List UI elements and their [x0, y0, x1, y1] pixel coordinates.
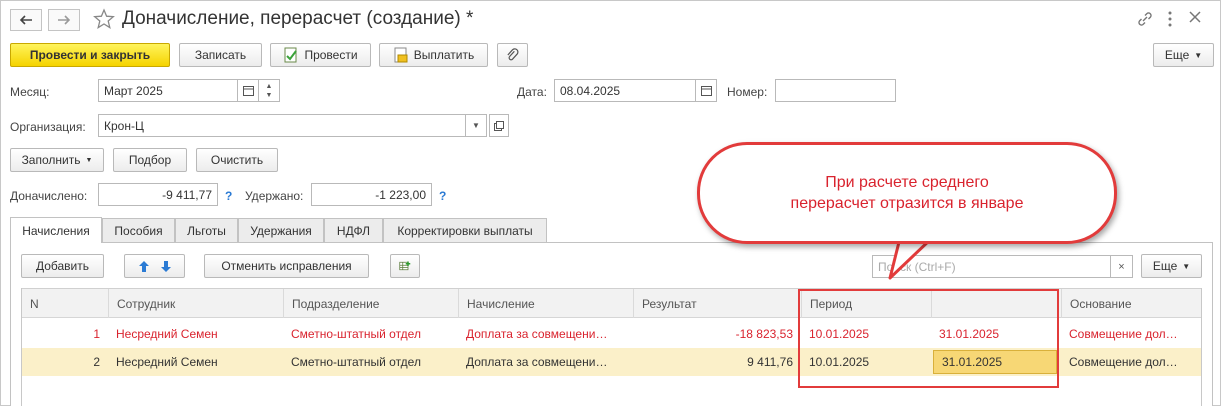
- forward-button[interactable]: [48, 9, 80, 31]
- arrow-up-icon[interactable]: [138, 260, 150, 273]
- post-button-label: Провести: [304, 48, 358, 62]
- callout-line-2: перерасчет отразится в январе: [790, 195, 1024, 212]
- basis-cell[interactable]: Совмещение дол…: [1061, 348, 1201, 376]
- tab-withholdings[interactable]: Удержания: [238, 218, 324, 242]
- row-number: 1: [93, 327, 100, 341]
- tab-deductions-privileges[interactable]: Льготы: [175, 218, 238, 242]
- period-highlight-frame: [798, 289, 1059, 388]
- more-vertical-icon[interactable]: [1167, 10, 1181, 30]
- calendar-icon[interactable]: [237, 79, 259, 102]
- table-add-icon: [399, 261, 411, 271]
- number-label: Номер:: [727, 85, 768, 99]
- callout-line-1: При расчете среднего: [825, 174, 989, 191]
- stepper-up-icon[interactable]: ▲: [266, 82, 273, 91]
- chevron-down-icon: ▼: [85, 156, 93, 164]
- table-more-label: Еще: [1152, 259, 1178, 273]
- arrow-left-icon: [19, 15, 32, 25]
- accrued-help-icon[interactable]: ?: [225, 189, 232, 203]
- attach-button[interactable]: [497, 43, 528, 67]
- pay-button[interactable]: Выплатить: [379, 43, 488, 67]
- post-document-icon: [284, 47, 298, 63]
- column-header-n[interactable]: N: [22, 289, 108, 318]
- organization-field[interactable]: Крон-Ц: [98, 114, 466, 137]
- table-settings-button[interactable]: [390, 254, 420, 278]
- withheld-field[interactable]: -1 223,00: [311, 183, 432, 206]
- accrual-cell[interactable]: Доплата за совмещени…: [458, 348, 633, 376]
- payment-document-icon: [394, 47, 408, 63]
- dropdown-chevron-icon[interactable]: ▼: [465, 114, 487, 137]
- save-button[interactable]: Записать: [179, 43, 262, 67]
- column-header-employee[interactable]: Сотрудник: [108, 289, 283, 318]
- pay-button-label: Выплатить: [413, 48, 475, 62]
- post-and-close-button[interactable]: Провести и закрыть: [10, 43, 170, 67]
- pick-button[interactable]: Подбор: [113, 148, 187, 172]
- chevron-down-icon: ▼: [1182, 261, 1191, 271]
- withheld-help-icon[interactable]: ?: [439, 189, 446, 203]
- arrow-down-icon[interactable]: [160, 260, 172, 273]
- clear-search-icon[interactable]: ×: [1110, 255, 1133, 278]
- column-header-department[interactable]: Подразделение: [283, 289, 458, 318]
- fill-button-label: Заполнить: [21, 153, 81, 167]
- organization-label: Организация:: [10, 120, 86, 134]
- month-field[interactable]: Март 2025: [98, 79, 238, 102]
- arrow-right-icon: [58, 15, 71, 25]
- month-stepper[interactable]: ▲ ▼: [258, 79, 280, 102]
- accrual-cell[interactable]: Доплата за совмещени…: [458, 320, 633, 348]
- close-icon[interactable]: [1188, 10, 1208, 30]
- add-row-button[interactable]: Добавить: [21, 254, 104, 278]
- annotation-callout: При расчете среднего перерасчет отразитс…: [697, 142, 1117, 244]
- employee-cell[interactable]: Несредний Семен: [108, 320, 283, 348]
- date-label: Дата:: [517, 85, 547, 99]
- month-label: Месяц:: [10, 85, 50, 99]
- link-icon[interactable]: [1136, 10, 1156, 30]
- tab-ndfl[interactable]: НДФЛ: [324, 218, 383, 242]
- column-header-result[interactable]: Результат: [633, 289, 801, 318]
- chevron-down-icon: ▼: [1194, 50, 1203, 60]
- column-header-basis[interactable]: Основание: [1061, 289, 1201, 318]
- table-more-button[interactable]: Еще ▼: [1141, 254, 1202, 278]
- post-button[interactable]: Провести: [270, 43, 371, 67]
- withheld-label: Удержано:: [245, 189, 304, 203]
- date-calendar-icon[interactable]: [695, 79, 717, 102]
- row-number: 2: [93, 355, 100, 369]
- date-field[interactable]: 08.04.2025: [554, 79, 696, 102]
- page-title: Доначисление, перерасчет (создание) *: [122, 8, 474, 29]
- result-cell[interactable]: -18 823,53: [633, 320, 801, 348]
- open-organization-icon[interactable]: [489, 114, 509, 137]
- clear-button[interactable]: Очистить: [196, 148, 278, 172]
- employee-cell[interactable]: Несредний Семен: [108, 348, 283, 376]
- back-button[interactable]: [10, 9, 42, 31]
- move-rows-buttons[interactable]: [124, 254, 185, 278]
- department-cell[interactable]: Сметно-штатный отдел: [283, 348, 458, 376]
- tab-payment-corrections[interactable]: Корректировки выплаты: [383, 218, 547, 242]
- department-cell[interactable]: Сметно-штатный отдел: [283, 320, 458, 348]
- accrued-label: Доначислено:: [10, 189, 88, 203]
- paperclip-icon: [507, 48, 519, 61]
- cancel-corrections-button[interactable]: Отменить исправления: [204, 254, 369, 278]
- stepper-down-icon[interactable]: ▼: [266, 91, 273, 100]
- column-header-accrual[interactable]: Начисление: [458, 289, 633, 318]
- accrued-field[interactable]: -9 411,77: [98, 183, 218, 206]
- tab-accruals[interactable]: Начисления: [10, 217, 102, 243]
- star-icon[interactable]: [93, 8, 117, 32]
- result-cell[interactable]: 9 411,76: [633, 348, 801, 376]
- number-field[interactable]: [775, 79, 896, 102]
- fill-button[interactable]: Заполнить ▼: [10, 148, 104, 172]
- tab-benefits[interactable]: Пособия: [102, 218, 175, 242]
- more-button-label: Еще: [1164, 48, 1190, 62]
- more-button[interactable]: Еще ▼: [1153, 43, 1214, 67]
- basis-cell[interactable]: Совмещение дол…: [1061, 320, 1201, 348]
